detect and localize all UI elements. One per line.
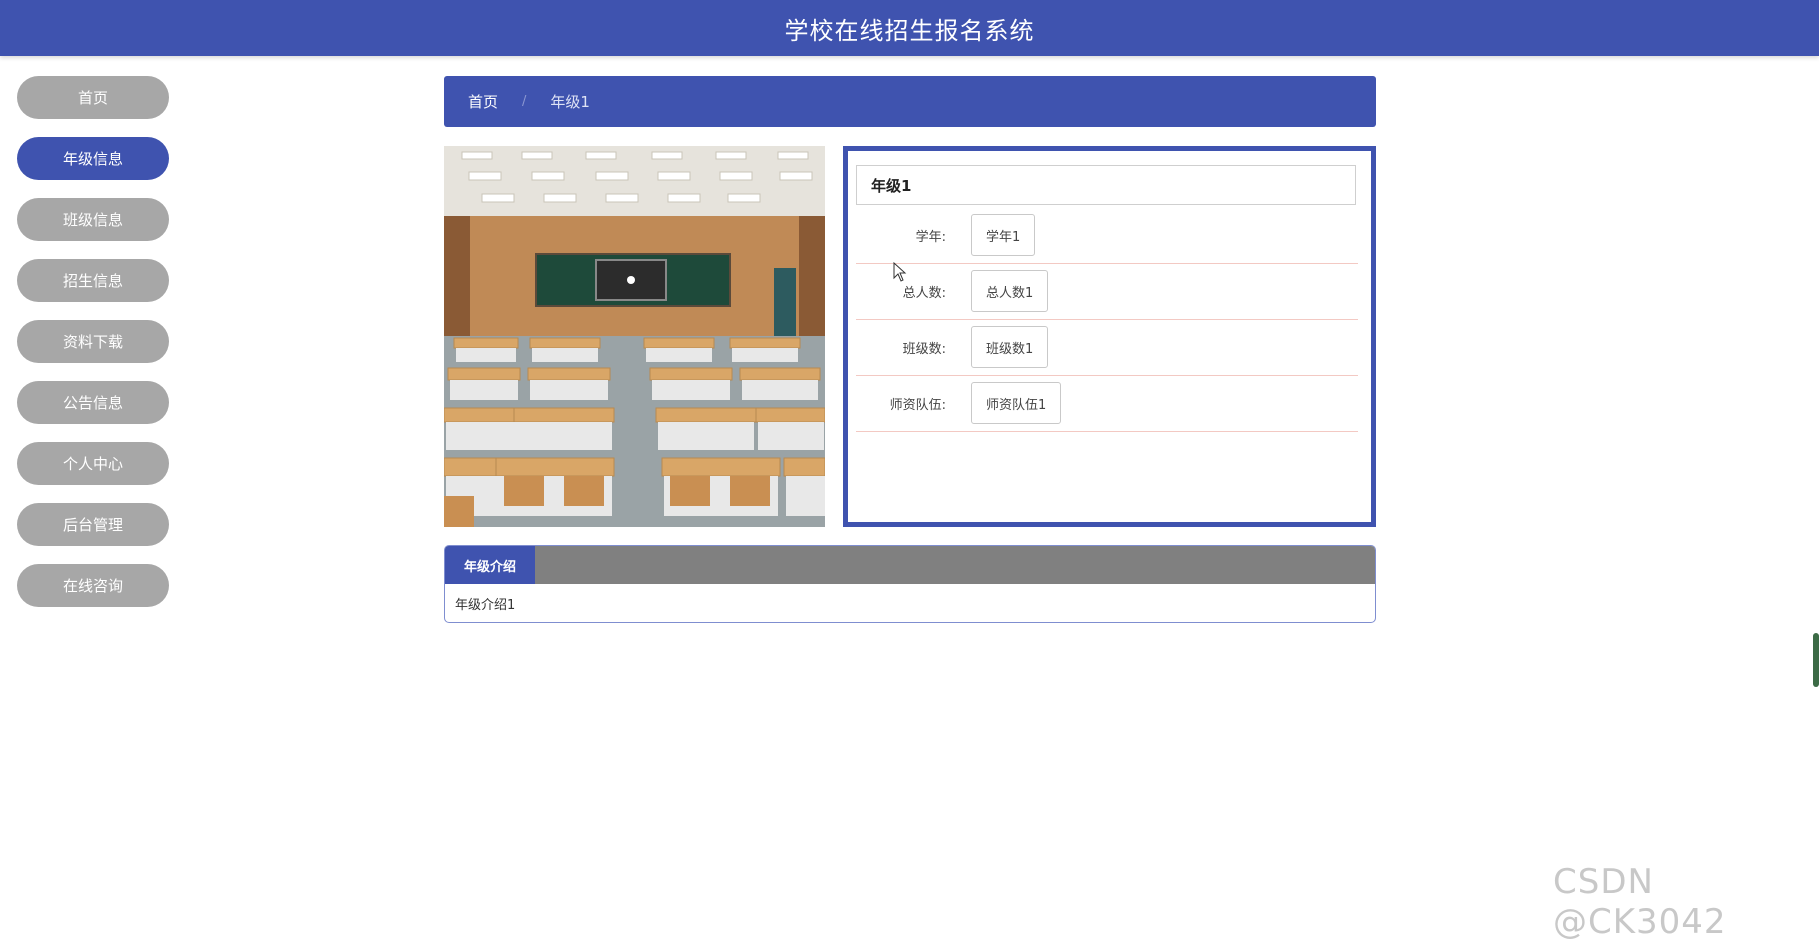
sidebar-item-announcements[interactable]: 公告信息 — [17, 381, 169, 424]
intro-tab-bar: 年级介绍 — [445, 546, 1375, 584]
sidebar-item-enrollment-info[interactable]: 招生信息 — [17, 259, 169, 302]
grade-title: 年级1 — [856, 165, 1356, 205]
field-value: 班级数1 — [971, 326, 1049, 368]
sidebar-item-online-consult[interactable]: 在线咨询 — [17, 564, 169, 607]
sidebar-item-grade-info[interactable]: 年级信息 — [17, 137, 169, 180]
field-label: 师资队伍: — [889, 397, 946, 413]
grade-photo — [444, 146, 825, 527]
breadcrumb: 首页 / 年级1 — [444, 76, 1376, 127]
field-label: 学年: — [915, 229, 946, 245]
field-row-total-students: 总人数: 总人数1 — [856, 263, 1358, 320]
grade-intro-panel: 年级介绍 年级介绍1 — [444, 545, 1376, 623]
tab-grade-intro[interactable]: 年级介绍 — [445, 546, 535, 584]
field-row-class-count: 班级数: 班级数1 — [856, 319, 1358, 376]
sidebar-item-downloads[interactable]: 资料下载 — [17, 320, 169, 363]
sidebar-item-admin[interactable]: 后台管理 — [17, 503, 169, 546]
site-title: 学校在线招生报名系统 — [784, 16, 1035, 45]
watermark-text: CSDN @CK3042 — [1553, 862, 1727, 942]
breadcrumb-separator: / — [522, 94, 527, 109]
field-value: 师资队伍1 — [971, 382, 1062, 424]
field-row-academic-year: 学年: 学年1 — [856, 207, 1358, 264]
sidebar-item-class-info[interactable]: 班级信息 — [17, 198, 169, 241]
breadcrumb-current: 年级1 — [550, 93, 590, 111]
field-label: 班级数: — [902, 341, 946, 357]
intro-content: 年级介绍1 — [455, 598, 516, 613]
field-label: 总人数: — [902, 285, 946, 301]
scrollbar-thumb[interactable] — [1813, 633, 1819, 687]
sidebar-item-home[interactable]: 首页 — [17, 76, 169, 119]
field-value: 学年1 — [971, 214, 1036, 256]
field-value: 总人数1 — [971, 270, 1049, 312]
classroom-image — [444, 146, 825, 527]
field-row-faculty: 师资队伍: 师资队伍1 — [856, 375, 1358, 432]
top-header: 学校在线招生报名系统 — [0, 0, 1819, 56]
grade-detail-panel: 年级1 学年: 学年1 总人数: 总人数1 班级数: 班级数1 师资队伍: 师资… — [843, 146, 1376, 527]
sidebar-nav: 首页 年级信息 班级信息 招生信息 资料下载 公告信息 个人中心 后台管理 在线… — [17, 76, 169, 625]
mouse-cursor-icon — [893, 262, 907, 282]
breadcrumb-home-link[interactable]: 首页 — [468, 91, 498, 112]
sidebar-item-personal-center[interactable]: 个人中心 — [17, 442, 169, 485]
